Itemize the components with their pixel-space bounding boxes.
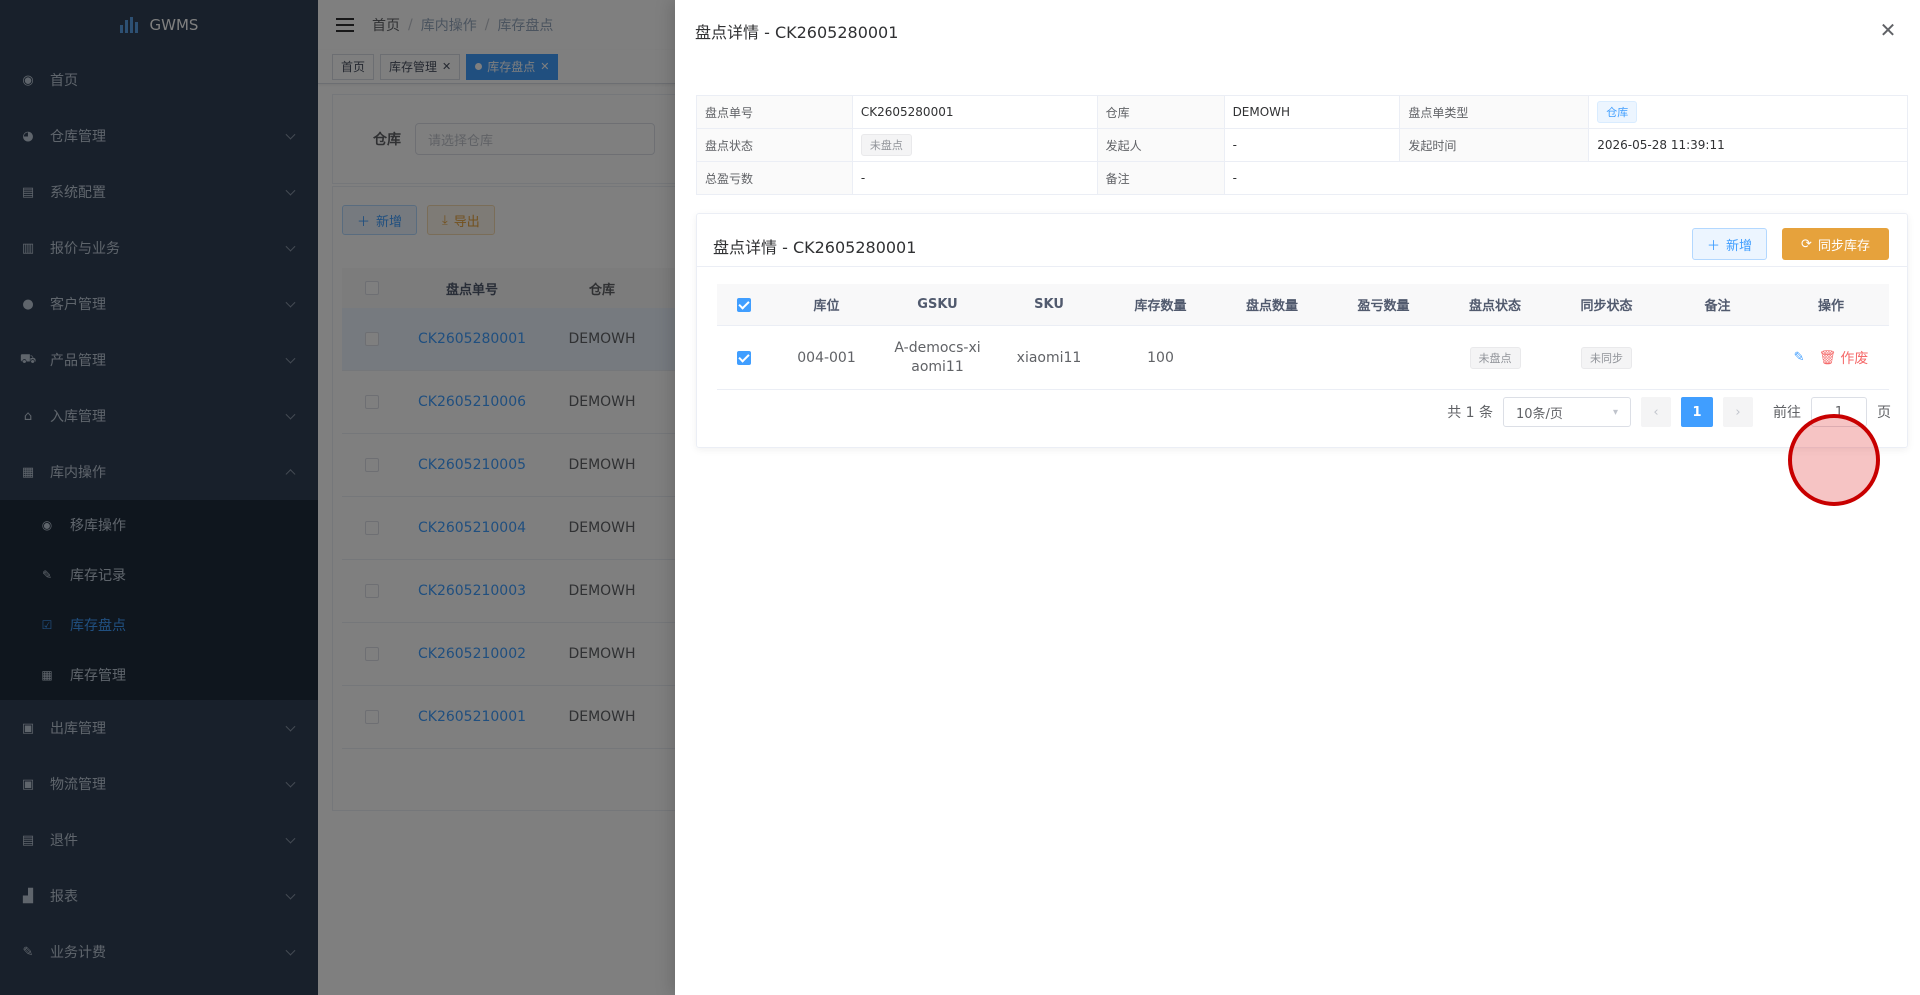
sync-stock-button[interactable]: ⟳ 同步库存: [1782, 228, 1889, 260]
info-label: 盘点单号: [697, 96, 853, 129]
select-all-checkbox[interactable]: [737, 297, 751, 312]
sku-cell: xiaomi11: [1016, 349, 1082, 366]
column-header: 库存数量: [1134, 299, 1187, 314]
refresh-icon: ⟳: [1801, 236, 1812, 252]
chevron-right-icon: ›: [1735, 404, 1741, 420]
info-row: 总盈亏数 - 备注 -: [697, 162, 1908, 195]
info-label: 盘点状态: [697, 129, 853, 162]
column-header: 盈亏数量: [1357, 299, 1410, 314]
info-label: 发起时间: [1400, 129, 1590, 162]
void-label: 作废: [1840, 350, 1869, 367]
column-header: 盘点数量: [1245, 299, 1298, 314]
edit-icon[interactable]: ✎: [1794, 350, 1805, 365]
info-label: 盘点单类型: [1400, 96, 1590, 129]
column-header: 盘点状态: [1468, 299, 1521, 314]
info-value: -: [852, 162, 1098, 195]
chevron-down-icon: ▾: [1612, 406, 1618, 418]
page-suffix-label: 页: [1877, 405, 1891, 421]
page-number-current[interactable]: 1: [1681, 397, 1713, 427]
goto-label: 前往: [1773, 405, 1801, 421]
column-header: 库位: [813, 299, 840, 314]
row-checkbox[interactable]: [737, 350, 751, 365]
type-tag: 仓库: [1597, 101, 1638, 123]
chevron-left-icon: ‹: [1653, 404, 1659, 420]
gsku-cell: A-democs-xiaomi11: [894, 339, 981, 375]
divider: [697, 266, 1907, 267]
column-header: GSKU: [917, 297, 958, 312]
info-value-cell: 仓库: [1589, 96, 1908, 129]
trash-icon: 🗑: [1818, 349, 1837, 366]
page-size-select[interactable]: 10条/页 ▾: [1503, 397, 1631, 427]
column-header: 操作: [1817, 299, 1844, 314]
info-label: 总盈亏数: [697, 162, 853, 195]
info-row: 盘点单号 CK2605280001 仓库 DEMOWH 盘点单类型 仓库: [697, 96, 1908, 129]
info-label: 仓库: [1097, 96, 1225, 129]
count-detail-panel: 盘点详情 - CK2605280001 ＋ 新增 ⟳ 同步库存 库位 GSKU SK…: [696, 213, 1908, 506]
add-detail-button[interactable]: ＋ 新增: [1692, 228, 1768, 260]
page-size-value: 10条/页: [1516, 406, 1563, 422]
info-label: 发起人: [1097, 129, 1225, 162]
panel-title: 盘点详情 - CK2605280001: [713, 238, 917, 257]
info-value: -: [1224, 162, 1908, 195]
count-status-tag: 未盘点: [1469, 346, 1521, 369]
info-row: 盘点状态 未盘点 发起人 - 发起时间 2026-05-28 11:39:11: [697, 129, 1908, 162]
column-header: 备注: [1704, 299, 1731, 314]
count-info-descriptions: 盘点单号 CK2605280001 仓库 DEMOWH 盘点单类型 仓库 盘点状…: [696, 95, 1908, 195]
drawer-header: 盘点详情 - CK2605280001 ✕: [675, 0, 1920, 62]
plus-icon: ＋: [1707, 238, 1721, 254]
sync-status-tag: 未同步: [1581, 346, 1632, 369]
stock-qty-cell: 100: [1147, 349, 1174, 366]
count-detail-table: 库位 GSKU SKU 库存数量 盘点数量 盈亏数量 盘点状态 同步状态 备注 …: [717, 284, 1889, 390]
table-header: 库位 GSKU SKU 库存数量 盘点数量 盈亏数量 盘点状态 同步状态 备注 …: [717, 284, 1889, 326]
void-button[interactable]: 🗑 作废: [1819, 348, 1869, 368]
sync-stock-label: 同步库存: [1817, 238, 1870, 254]
location-cell: 004-001: [797, 349, 856, 366]
column-header: SKU: [1034, 297, 1064, 312]
info-label: 备注: [1097, 162, 1225, 195]
prev-page-button[interactable]: ‹: [1641, 397, 1671, 427]
column-header: 同步状态: [1580, 299, 1633, 314]
info-value: 2026-05-28 11:39:11: [1589, 129, 1908, 162]
status-tag: 未盘点: [860, 134, 912, 156]
info-value: CK2605280001: [852, 96, 1098, 129]
row-actions: ✎ 🗑 作废: [1794, 348, 1869, 368]
info-value: DEMOWH: [1224, 96, 1401, 129]
close-icon[interactable]: ✕: [1878, 20, 1898, 40]
next-page-button[interactable]: ›: [1723, 397, 1753, 427]
info-value: -: [1224, 129, 1401, 162]
count-detail-drawer: 盘点详情 - CK2605280001 ✕ 盘点单号 CK2605280001 …: [675, 0, 1920, 995]
pagination-total: 共 1 条: [1447, 405, 1493, 421]
drawer-title: 盘点详情 - CK2605280001: [695, 23, 899, 42]
table-row[interactable]: 004-001 A-democs-xiaomi11 xiaomi11 100 未…: [717, 326, 1889, 390]
add-detail-label: 新增: [1726, 238, 1753, 254]
info-value-cell: 未盘点: [852, 129, 1098, 162]
highlight-ring: [1788, 414, 1880, 506]
